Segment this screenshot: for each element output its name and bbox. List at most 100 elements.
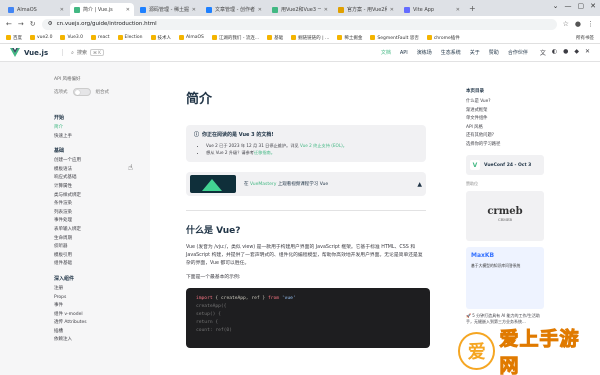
bookmark-item[interactable]: 江湖的我们 - 流连... [211,35,259,41]
tip-link[interactable]: 迁移指南。 [254,150,275,155]
bookmark-item[interactable]: Vue3.0 [60,35,83,40]
browser-tab[interactable]: Vite App ✕ [400,3,464,16]
sidebar-item[interactable]: 模板引用 [54,252,140,261]
vuemastery-banner[interactable]: 在 VueMastery 上观看视频课程学习 Vue ▲ [186,172,426,196]
sidebar-item[interactable]: 侦听器 [54,243,140,252]
outline-item[interactable]: 还有其他问题? [466,132,590,141]
bookmark-item[interactable]: 基础 [267,35,283,41]
discord-icon[interactable]: ◆ [574,48,579,57]
tab-close-icon[interactable]: ✕ [456,7,460,13]
tab-favicon-icon [404,6,410,13]
sidebar-item[interactable]: Props [54,294,140,303]
bookmark-item[interactable]: 稀土掘金 [337,35,362,41]
nav-item[interactable]: 生态系统 [441,49,461,56]
tab-close-icon[interactable]: ✕ [126,7,130,13]
api-options-label[interactable]: 选项式 [54,89,68,95]
sidebar-item[interactable]: 简介 [54,124,140,133]
browser-tab[interactable]: 源码管理 - 稀土掘金✕ [136,3,200,16]
api-style-toggle[interactable] [72,88,91,96]
browser-tab[interactable]: 官方案 - 用Vue2和Vue3 分支✕ [334,3,398,16]
bookmark-item[interactable]: 百度 [6,35,22,41]
sidebar-item[interactable]: 计算属性 [54,183,140,192]
crmeb-ad[interactable]: crmeb CRMEB [466,191,544,241]
sidebar-item[interactable]: 透传 Attributes [54,319,140,328]
nav-item[interactable]: 文档 [381,49,391,56]
all-bookmarks[interactable]: 所有书签 [576,35,594,41]
sidebar-item[interactable]: 响应式基础 [54,174,140,183]
sidebar-item[interactable]: 生命周期 [54,235,140,244]
chevron-down-icon[interactable]: ⌄ [553,2,559,10]
bookmark-item[interactable]: 掘链链链的 | ... [291,35,329,41]
nav-item[interactable]: 合作伙伴 [508,49,528,56]
bookmark-item[interactable]: 技术人 [150,35,171,41]
maxkb-ad[interactable]: MaxKB 基于大模型的知识库问答系统 [466,247,544,309]
site-info-icon[interactable]: ⚙ [48,21,53,27]
profile-icon[interactable]: ● [575,20,581,28]
theme-toggle-icon[interactable]: ◐ [552,48,557,57]
sidebar-item[interactable]: 插槽 [54,328,140,337]
sidebar-item[interactable]: 依赖注入 [54,336,140,345]
outline-item[interactable]: 选择你的学习路径 [466,141,590,150]
sidebar-item[interactable]: 表单输入绑定 [54,226,140,235]
outline-item[interactable]: 单文件组件 [466,115,590,124]
sidebar-item[interactable]: 注册 [54,285,140,294]
search-button[interactable]: ⌕ 搜索 ⌘ K [62,49,104,56]
tab-close-icon[interactable]: ✕ [390,7,394,13]
browser-tab[interactable]: 用Vue2和Vue3 一键学习Driv✕ [268,3,332,16]
banner-post: 上观看视频课程学习 Vue [277,182,329,187]
bookmark-item[interactable]: react [91,35,110,40]
bookmark-label: vue2.0 [37,35,53,40]
new-tab-button[interactable]: + [466,3,479,16]
browser-tab[interactable]: 简介 | Vue.js ✕ [70,3,134,16]
bookmark-folder-icon [370,35,376,40]
search-icon: ⌕ [71,49,74,56]
more-icon[interactable]: ⋮ [587,20,594,28]
sidebar-groups: 开始 简介 快速上手 基础 创建一个应用 模板语法 响应式基础 计算属性 类与样式绑定 条件渲染列… [54,114,140,351]
bookmark-folder-icon [150,35,156,40]
banner-link[interactable]: VueMastery [250,182,276,187]
tab-close-icon[interactable]: ✕ [192,7,196,13]
nav-item[interactable]: 赞助 [489,49,499,56]
twitter-icon[interactable]: ✕ [585,48,590,57]
minimize-icon[interactable]: — [565,2,572,10]
translate-icon[interactable]: 文 [540,48,546,57]
nav-item[interactable]: 演练场 [417,49,432,56]
tab-close-icon[interactable]: ✕ [324,7,328,13]
vue-logo[interactable]: Vue.js [10,48,48,57]
tab-close-icon[interactable]: ✕ [60,7,64,13]
reload-icon[interactable]: ↻ [30,20,36,28]
sidebar-item[interactable]: 事件 [54,302,140,311]
browser-tab[interactable]: 文章管理 - 创作者中心 - 稀✕ [202,3,266,16]
banner-text: 在 VueMastery 上观看视频课程学习 Vue [244,181,409,187]
outline-item[interactable]: API 风格 [466,124,590,133]
outline-item[interactable]: 什么是 Vue? [466,98,590,107]
bookmark-item[interactable]: vue2.0 [30,35,52,40]
url-field[interactable]: ⚙ cn.vuejs.org/guide/introduction.html [41,18,557,30]
tip-link[interactable]: Vue 2 终止支持 (EOL)。 [300,143,347,148]
bookmark-item[interactable]: AlmaOS [179,35,204,40]
nav-item[interactable]: 关于 [470,49,480,56]
github-icon[interactable]: ● [563,48,568,57]
nav-item[interactable]: API [400,50,408,56]
forward-icon[interactable]: → [18,20,24,28]
sidebar-item[interactable]: 类与样式绑定 [54,192,140,201]
sidebar-item[interactable]: 事件处理 [54,217,140,226]
close-icon[interactable]: ✕ [590,2,596,10]
sidebar-item[interactable]: 组件基础 [54,260,140,269]
bookmark-star-icon[interactable]: ☆ [563,20,569,28]
outline-item[interactable]: 渐进式框架 [466,107,590,116]
tab-title: 简介 | Vue.js [83,7,113,13]
bookmark-item[interactable]: Election [117,35,143,40]
tab-close-icon[interactable]: ✕ [258,7,262,13]
maximize-icon[interactable]: ▢ [578,2,585,10]
sidebar-item[interactable]: 条件渲染 [54,200,140,209]
bookmark-item[interactable]: chrome插件 [426,35,460,41]
sidebar-item[interactable]: 快速上手 [54,133,140,142]
sidebar-item[interactable]: 列表渲染 [54,209,140,218]
browser-tab[interactable]: AlmaOS ✕ [4,3,68,16]
bookmark-item[interactable]: SegmentFault 思否 [370,35,419,41]
api-composition-label[interactable]: 组合式 [96,89,110,95]
vueconf-card[interactable]: V VueConf 24 - Oct 3 [466,155,544,175]
back-icon[interactable]: ← [6,20,12,28]
sidebar-item[interactable]: 组件 v-model [54,311,140,320]
